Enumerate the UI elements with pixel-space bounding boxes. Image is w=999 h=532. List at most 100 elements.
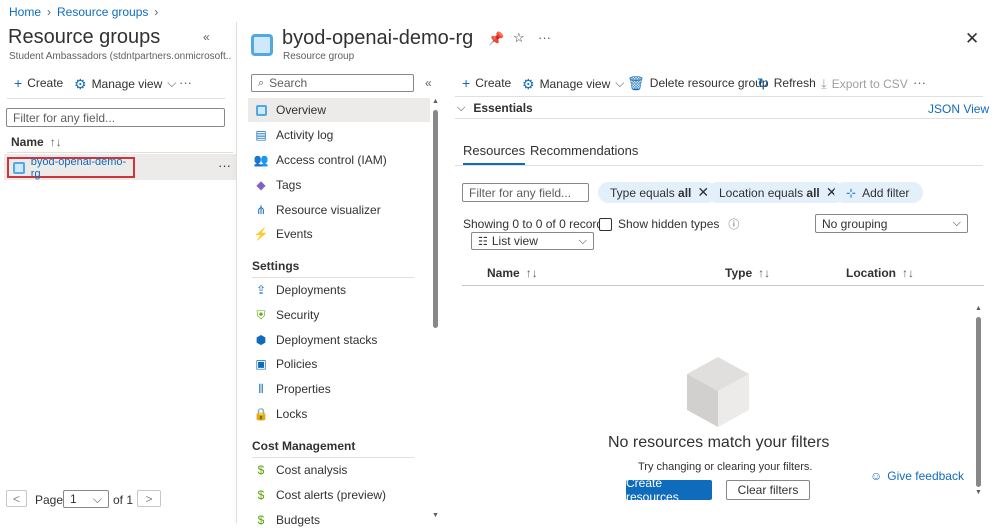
- empty-state-title: No resources match your filters: [608, 434, 830, 451]
- blade-divider: [236, 22, 237, 523]
- menu-item-security[interactable]: ⛨ Security: [250, 303, 432, 327]
- shield-icon: ⛨: [256, 308, 266, 322]
- column-header-name[interactable]: Name ↑↓: [487, 266, 538, 280]
- scroll-down-icon[interactable]: ▼: [432, 512, 439, 519]
- chevron-down-icon: ⌵: [167, 76, 177, 90]
- tab-resources[interactable]: Resources: [463, 143, 526, 165]
- menu-item-tags[interactable]: ◆ Tags: [250, 173, 432, 197]
- menu-item-locks[interactable]: 🔒 Locks: [250, 402, 432, 426]
- pin-icon[interactable]: 📌: [488, 31, 504, 47]
- clear-filters-button[interactable]: Clear filters: [726, 480, 810, 500]
- checkbox-box[interactable]: [599, 217, 612, 231]
- tag-icon: ◆: [256, 178, 266, 192]
- gear-icon: ⚙: [74, 75, 87, 92]
- resource-group-icon: [13, 161, 25, 174]
- policy-icon: ▣: [255, 357, 267, 371]
- menu-item-cost-alerts[interactable]: $ Cost alerts (preview): [250, 483, 432, 507]
- menu-item-access-control[interactable]: 👥 Access control (IAM): [250, 148, 432, 172]
- location-filter-pill[interactable]: Location equals all ✕: [707, 182, 846, 203]
- row-more-icon[interactable]: ···: [218, 158, 231, 173]
- left-more-icon[interactable]: ···: [179, 75, 192, 90]
- prev-page-button[interactable]: <: [6, 490, 27, 507]
- stack-icon: ⬢: [255, 333, 267, 347]
- chevron-down-icon: ⌵: [92, 491, 102, 506]
- left-name-column-header[interactable]: Name ↑↓: [11, 135, 62, 149]
- menu-item-activity-log[interactable]: ▤ Activity log: [250, 123, 432, 147]
- people-icon: 👥: [253, 153, 269, 167]
- menu-scrollbar-thumb[interactable]: [433, 110, 438, 328]
- breadcrumb-home[interactable]: Home: [9, 5, 41, 19]
- menu-item-events[interactable]: ⚡ Events: [250, 222, 432, 246]
- column-header-type[interactable]: Type ↑↓: [725, 266, 770, 280]
- add-filter-icon: ⊹: [846, 185, 857, 200]
- chevron-right-icon: ›: [154, 5, 159, 19]
- content-scrollbar[interactable]: ▲ ▼: [974, 305, 984, 500]
- tab-recommendations[interactable]: Recommendations: [530, 143, 638, 158]
- star-icon[interactable]: ☆: [513, 30, 525, 46]
- trash-icon: 🗑: [627, 75, 645, 91]
- chevron-down-icon: ⌵: [615, 76, 625, 90]
- lock-icon: 🔒: [253, 407, 269, 421]
- lightning-icon: ⚡: [253, 227, 269, 241]
- collapse-left-icon[interactable]: «: [203, 30, 210, 44]
- scroll-down-icon[interactable]: ▼: [975, 489, 982, 496]
- menu-scrollbar[interactable]: ▲ ▼: [431, 98, 439, 523]
- menu-item-overview[interactable]: Overview: [250, 98, 432, 122]
- menu-section-settings: Settings: [252, 259, 300, 273]
- more-icon[interactable]: ···: [538, 30, 551, 45]
- resource-group-icon: [254, 103, 268, 117]
- create-button[interactable]: + Create: [462, 76, 511, 90]
- menu-item-budgets[interactable]: $ Budgets: [250, 508, 432, 532]
- column-header-location[interactable]: Location ↑↓: [846, 266, 914, 280]
- budget-icon: $: [257, 513, 265, 527]
- grouping-select[interactable]: No grouping ⌵: [815, 214, 968, 233]
- json-view-link[interactable]: JSON View: [928, 102, 989, 116]
- delete-resource-group-button[interactable]: 🗑 Delete resource group: [627, 76, 769, 90]
- left-manage-view-button[interactable]: ⚙ Manage view ⌵: [74, 76, 176, 91]
- sort-icon: ↑↓: [902, 266, 914, 280]
- give-feedback-link[interactable]: ☺ Give feedback: [870, 469, 964, 483]
- breadcrumb: Home › Resource groups ›: [9, 5, 158, 19]
- cost-icon: $: [257, 463, 265, 477]
- left-blade-subtitle: Student Ambassadors (stdntpartners.onmic…: [9, 51, 231, 62]
- close-icon[interactable]: ✕: [965, 29, 979, 49]
- resources-filter-input[interactable]: Filter for any field...: [462, 183, 589, 202]
- chevron-down-icon: ⌵: [457, 101, 466, 114]
- left-blade-title: Resource groups: [8, 26, 161, 48]
- menu-item-deployments[interactable]: ⇪ Deployments: [250, 278, 432, 302]
- type-filter-pill[interactable]: Type equals all ✕: [598, 182, 718, 203]
- left-filter-input[interactable]: Filter for any field...: [6, 108, 225, 127]
- menu-item-cost-analysis[interactable]: $ Cost analysis: [250, 458, 432, 482]
- visualizer-icon: ⋔: [255, 203, 267, 217]
- create-resources-button[interactable]: Create resources: [626, 476, 712, 504]
- breadcrumb-resource-groups[interactable]: Resource groups: [57, 5, 148, 19]
- show-hidden-types-checkbox[interactable]: Show hidden types ⓘ: [599, 216, 739, 232]
- menu-search-input[interactable]: ⌕ Search: [251, 74, 414, 92]
- sort-icon: ↑↓: [758, 266, 771, 280]
- plus-icon: +: [462, 75, 471, 91]
- essentials-toggle[interactable]: ⌵ Essentials: [457, 101, 533, 115]
- view-select[interactable]: ☷ List view ⌵: [471, 232, 594, 250]
- export-csv-button[interactable]: ⤓ Export to CSV: [821, 76, 908, 92]
- menu-item-deployment-stacks[interactable]: ⬢ Deployment stacks: [250, 328, 432, 352]
- menu-section-cost-management: Cost Management: [252, 439, 356, 453]
- menu-item-policies[interactable]: ▣ Policies: [250, 352, 432, 376]
- menu-item-properties[interactable]: ⦀ Properties: [250, 377, 432, 401]
- content-scrollbar-thumb[interactable]: [976, 317, 981, 487]
- left-create-button[interactable]: + Create: [14, 76, 63, 90]
- page-label: Page: [35, 493, 64, 507]
- collapse-menu-icon[interactable]: «: [425, 76, 432, 90]
- chevron-down-icon: ⌵: [578, 234, 587, 247]
- scroll-up-icon[interactable]: ▲: [975, 305, 982, 312]
- deployments-icon: ⇪: [255, 283, 267, 297]
- manage-view-button[interactable]: ⚙ Manage view ⌵: [522, 76, 624, 91]
- toolbar-more-icon[interactable]: ···: [913, 75, 926, 90]
- page-select[interactable]: 1 ⌵: [63, 490, 109, 508]
- gear-icon: ⚙: [522, 75, 535, 92]
- list-item[interactable]: byod-openai-demo-rg: [7, 156, 135, 180]
- menu-item-resource-visualizer[interactable]: ⋔ Resource visualizer: [250, 198, 432, 222]
- next-page-button[interactable]: >: [137, 490, 161, 507]
- add-filter-button[interactable]: ⊹ Add filter: [834, 182, 924, 203]
- refresh-button[interactable]: ↻ Refresh: [757, 76, 816, 90]
- scroll-up-icon[interactable]: ▲: [432, 98, 439, 105]
